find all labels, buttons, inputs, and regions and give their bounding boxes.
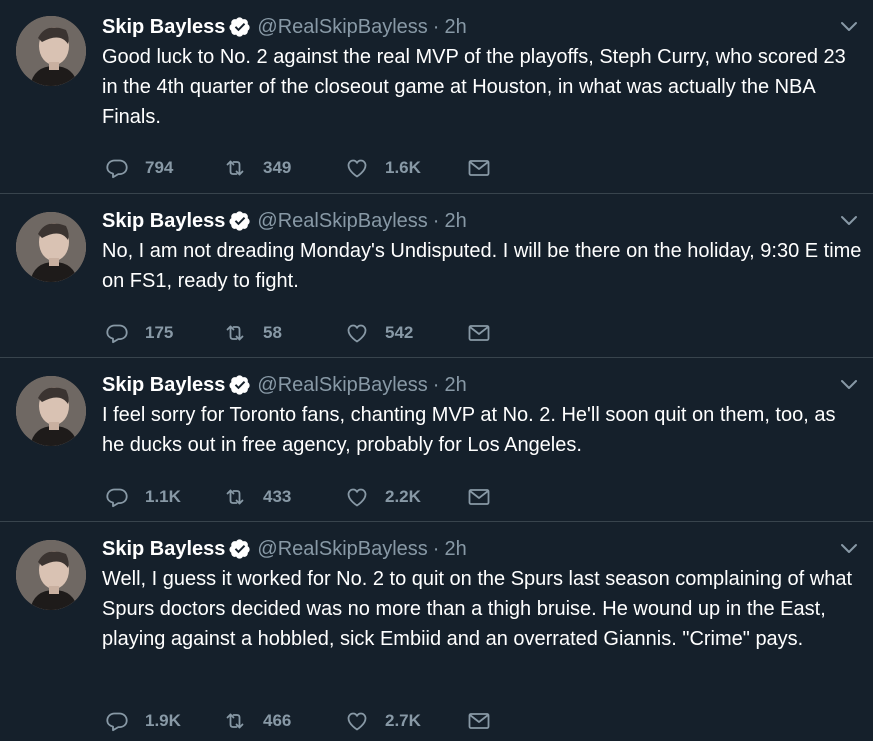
like-button[interactable]: 2.2K — [345, 484, 421, 510]
envelope-icon — [467, 709, 491, 733]
tweet-text: I feel sorry for Toronto fans, chanting … — [102, 404, 836, 456]
direct-message-button[interactable] — [467, 484, 491, 510]
tweet-header: Skip Bayless @RealSkipBayless · 2h — [102, 536, 467, 562]
tweet-header: Skip Bayless @RealSkipBayless · 2h — [102, 208, 467, 234]
avatar[interactable] — [16, 540, 86, 610]
tweet-header: Skip Bayless @RealSkipBayless · 2h — [102, 14, 467, 40]
reply-icon — [105, 485, 129, 509]
timestamp[interactable]: 2h — [444, 538, 466, 561]
like-count: 542 — [385, 323, 414, 342]
author-handle[interactable]: @RealSkipBayless — [257, 374, 427, 397]
retweet-count: 349 — [263, 158, 292, 177]
tweet[interactable]: Skip Bayless @RealSkipBayless · 2h I fee… — [0, 357, 873, 521]
tweet-header: Skip Bayless @RealSkipBayless · 2h — [102, 372, 467, 398]
direct-message-button[interactable] — [467, 155, 491, 181]
author-name[interactable]: Skip Bayless — [102, 16, 225, 39]
retweet-button[interactable]: 349 — [223, 155, 291, 181]
retweet-count: 58 — [263, 323, 282, 342]
tweet[interactable]: Skip Bayless @RealSkipBayless · 2h No, I… — [0, 193, 873, 357]
separator-dot: · — [432, 373, 440, 396]
retweet-icon — [223, 156, 247, 180]
heart-icon — [345, 485, 369, 509]
chevron-down-icon[interactable] — [839, 542, 859, 556]
timestamp[interactable]: 2h — [444, 210, 466, 233]
tweet[interactable]: Skip Bayless @RealSkipBayless · 2h Well,… — [0, 521, 873, 741]
heart-icon — [345, 156, 369, 180]
separator-dot: · — [432, 209, 440, 232]
avatar[interactable] — [16, 212, 86, 282]
reply-button[interactable]: 1.9K — [105, 708, 181, 734]
direct-message-button[interactable] — [467, 708, 491, 734]
like-count: 2.7K — [385, 711, 421, 730]
retweet-button[interactable]: 58 — [223, 320, 282, 346]
tweet-text: No, I am not dreading Monday's Undispute… — [102, 240, 862, 292]
retweet-count: 433 — [263, 487, 292, 506]
heart-icon — [345, 709, 369, 733]
like-button[interactable]: 2.7K — [345, 708, 421, 734]
retweet-button[interactable]: 433 — [223, 484, 291, 510]
envelope-icon — [467, 321, 491, 345]
retweet-button[interactable]: 466 — [223, 708, 291, 734]
retweet-icon — [223, 485, 247, 509]
separator-dot: · — [432, 537, 440, 560]
verified-badge-icon — [229, 538, 251, 560]
like-button[interactable]: 542 — [345, 320, 413, 346]
envelope-icon — [467, 485, 491, 509]
verified-badge-icon — [229, 16, 251, 38]
envelope-icon — [467, 156, 491, 180]
like-count: 1.6K — [385, 158, 421, 177]
reply-icon — [105, 321, 129, 345]
heart-icon — [345, 321, 369, 345]
author-handle[interactable]: @RealSkipBayless — [257, 16, 427, 39]
reply-count: 175 — [145, 323, 174, 342]
reply-button[interactable]: 794 — [105, 155, 173, 181]
author-handle[interactable]: @RealSkipBayless — [257, 210, 427, 233]
retweet-count: 466 — [263, 711, 292, 730]
author-name[interactable]: Skip Bayless — [102, 210, 225, 233]
avatar[interactable] — [16, 376, 86, 446]
reply-count: 1.9K — [145, 711, 181, 730]
like-count: 2.2K — [385, 487, 421, 506]
tweet-text: Good luck to No. 2 against the real MVP … — [102, 46, 846, 128]
separator-dot: · — [432, 15, 440, 38]
reply-button[interactable]: 1.1K — [105, 484, 181, 510]
tweet-feed: Skip Bayless @RealSkipBayless · 2h Good … — [0, 0, 873, 741]
retweet-icon — [223, 709, 247, 733]
verified-badge-icon — [229, 374, 251, 396]
verified-badge-icon — [229, 210, 251, 232]
timestamp[interactable]: 2h — [444, 374, 466, 397]
like-button[interactable]: 1.6K — [345, 155, 421, 181]
reply-count: 794 — [145, 158, 174, 177]
reply-icon — [105, 709, 129, 733]
chevron-down-icon[interactable] — [839, 378, 859, 392]
chevron-down-icon[interactable] — [839, 214, 859, 228]
retweet-icon — [223, 321, 247, 345]
chevron-down-icon[interactable] — [839, 20, 859, 34]
author-name[interactable]: Skip Bayless — [102, 538, 225, 561]
tweet-text: Well, I guess it worked for No. 2 to qui… — [102, 568, 853, 650]
author-handle[interactable]: @RealSkipBayless — [257, 538, 427, 561]
author-name[interactable]: Skip Bayless — [102, 374, 225, 397]
reply-button[interactable]: 175 — [105, 320, 173, 346]
avatar[interactable] — [16, 16, 86, 86]
reply-count: 1.1K — [145, 487, 181, 506]
tweet[interactable]: Skip Bayless @RealSkipBayless · 2h Good … — [0, 0, 873, 193]
reply-icon — [105, 156, 129, 180]
timestamp[interactable]: 2h — [444, 16, 466, 39]
direct-message-button[interactable] — [467, 320, 491, 346]
